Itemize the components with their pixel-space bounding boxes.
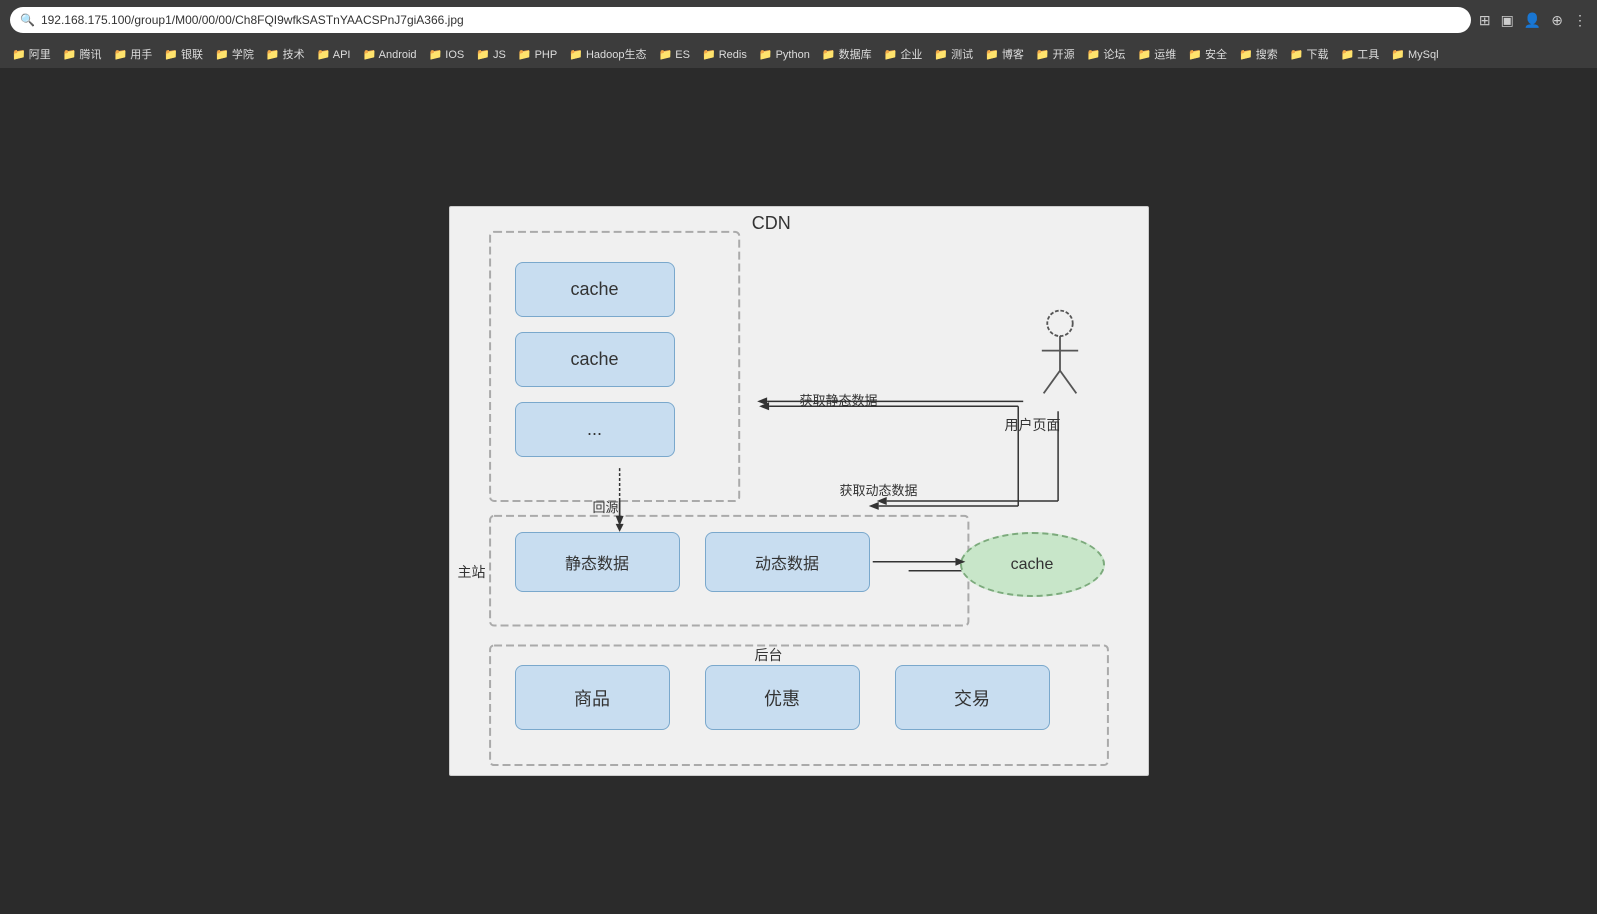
bookmark-tengxun[interactable]: 📁 腾讯 <box>59 44 106 64</box>
browser-toolbar: 🔍 192.168.175.100/group1/M00/00/00/Ch8FQ… <box>0 0 1597 40</box>
static-data-box: 静态数据 <box>515 532 680 592</box>
bookmark-ops[interactable]: 📁 运维 <box>1133 44 1180 64</box>
bookmark-es[interactable]: 📁 ES <box>655 46 694 63</box>
get-dynamic-label: 获取动态数据 <box>840 480 918 499</box>
bookmark-database[interactable]: 📁 数据库 <box>818 44 876 64</box>
bookmark-ali[interactable]: 📁 阿里 <box>8 44 55 64</box>
diagram-container: CDN cache cache ... 回源 主站 静态数据 动态数据 cach… <box>449 206 1149 776</box>
browser-icons: ⊞ ▣ 👤 ⊕ ⋮ <box>1479 12 1587 29</box>
bookmark-android[interactable]: 📁 Android <box>358 46 420 63</box>
bookmark-jishu[interactable]: 📁 技术 <box>262 44 309 64</box>
dots-box: ... <box>515 402 675 457</box>
bookmark-js[interactable]: 📁 JS <box>472 46 510 63</box>
trade-box: 交易 <box>895 665 1050 730</box>
address-bar[interactable]: 🔍 192.168.175.100/group1/M00/00/00/Ch8FQ… <box>10 7 1471 33</box>
browser-chrome: 🔍 192.168.175.100/group1/M00/00/00/Ch8FQ… <box>0 0 1597 68</box>
bookmark-yongshou[interactable]: 📁 用手 <box>110 44 157 64</box>
user-page-label: 用户页面 <box>1005 415 1061 435</box>
houtai-label: 后台 <box>755 645 783 665</box>
product-box: 商品 <box>515 665 670 730</box>
bookmark-forum[interactable]: 📁 论坛 <box>1083 44 1130 64</box>
bookmark-mysql[interactable]: 📁 MySql <box>1387 46 1442 63</box>
url-text: 192.168.175.100/group1/M00/00/00/Ch8FQI9… <box>41 13 464 27</box>
bookmark-blog[interactable]: 📁 博客 <box>981 44 1028 64</box>
extensions-icon[interactable]: ⊕ <box>1551 12 1563 29</box>
bookmark-redis[interactable]: 📁 Redis <box>698 46 751 63</box>
discount-box: 优惠 <box>705 665 860 730</box>
bookmarks-bar: 📁 阿里 📁 腾讯 📁 用手 📁 银联 📁 学院 📁 技术 📁 API 📁 An… <box>0 40 1597 68</box>
profile-icon[interactable]: 👤 <box>1524 12 1541 29</box>
bookmark-security[interactable]: 📁 安全 <box>1184 44 1231 64</box>
bookmark-tools[interactable]: 📁 工具 <box>1337 44 1384 64</box>
dynamic-data-box: 动态数据 <box>705 532 870 592</box>
bookmark-opensouce[interactable]: 📁 开源 <box>1032 44 1079 64</box>
bookmark-ios[interactable]: 📁 IOS <box>425 46 469 63</box>
bookmark-hadoop[interactable]: 📁 Hadoop生态 <box>565 44 650 64</box>
main-content: CDN cache cache ... 回源 主站 静态数据 动态数据 cach… <box>0 68 1597 914</box>
cache-box-2: cache <box>515 332 675 387</box>
bookmark-enterprise[interactable]: 📁 企业 <box>880 44 927 64</box>
bookmark-xueyuan[interactable]: 📁 学院 <box>211 44 258 64</box>
bookmark-yinlian[interactable]: 📁 银联 <box>160 44 207 64</box>
cache-box-1: cache <box>515 262 675 317</box>
bookmark-download[interactable]: 📁 下载 <box>1286 44 1333 64</box>
search-icon: 🔍 <box>20 13 35 27</box>
bookmark-python[interactable]: 📁 Python <box>755 46 814 63</box>
bookmark-search[interactable]: 📁 搜索 <box>1235 44 1282 64</box>
bookmark-test[interactable]: 📁 测试 <box>930 44 977 64</box>
bookmarks-icon[interactable]: ⊞ <box>1479 12 1491 29</box>
bookmark-php[interactable]: 📁 PHP <box>514 46 561 63</box>
zhuzhan-label: 主站 <box>458 562 486 582</box>
huiyuan-label: 回源 <box>593 497 619 516</box>
layout-icon[interactable]: ▣ <box>1501 12 1514 29</box>
cdn-label: CDN <box>752 213 791 234</box>
menu-icon[interactable]: ⋮ <box>1573 12 1587 29</box>
bookmark-api[interactable]: 📁 API <box>313 46 355 63</box>
stick-figure-svg <box>1020 307 1100 407</box>
cache-ellipse: cache <box>960 532 1105 597</box>
get-static-label: 获取静态数据 <box>800 390 878 409</box>
